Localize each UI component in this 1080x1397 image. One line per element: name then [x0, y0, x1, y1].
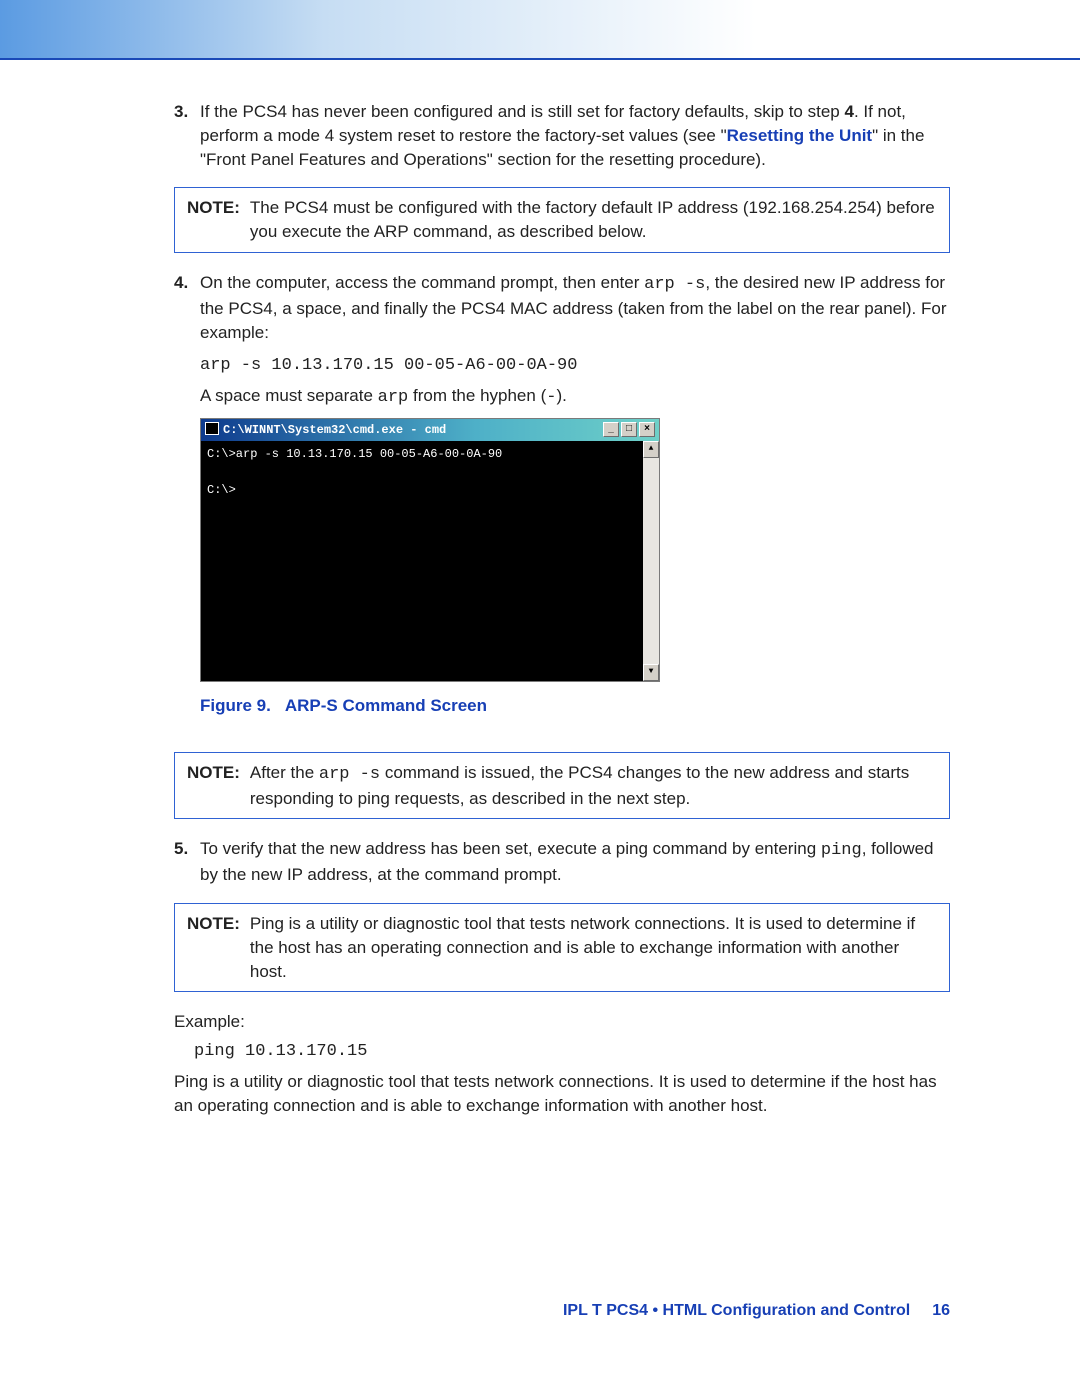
note-text-ping-util: Ping is a utility or diagnostic tool tha…	[250, 912, 937, 983]
step-3: 3. If the PCS4 has never been configured…	[130, 100, 950, 171]
step-3-number: 3.	[174, 100, 200, 171]
figure-number: Figure 9.	[200, 696, 271, 715]
code-arp-s: arp -s	[644, 275, 705, 294]
figure-title: ARP-S Command Screen	[271, 696, 487, 715]
code-arp-s-inline: arp -s	[319, 765, 380, 784]
cmd-scrollbar[interactable]: ▲ ▼	[643, 441, 659, 681]
step-5: 5. To verify that the new address has be…	[130, 837, 950, 887]
step-4-body: On the computer, access the command prom…	[200, 271, 950, 736]
code-ping-example: ping 10.13.170.15	[130, 1040, 950, 1064]
cmd-titlebar: C:\WINNT\System32\cmd.exe - cmd _ □ ×	[201, 419, 659, 441]
note-label: NOTE:	[187, 196, 250, 220]
note-text-arp-issued: After the arp -s command is issued, the …	[250, 761, 937, 811]
step-4-text-1: On the computer, access the command prom…	[200, 273, 644, 292]
cmd-icon	[205, 422, 219, 435]
scroll-up-button[interactable]: ▲	[643, 441, 659, 458]
note-text-factory-ip: The PCS4 must be configured with the fac…	[250, 196, 937, 244]
step-3-step4ref: 4	[844, 102, 853, 121]
page-footer: IPL T PCS4 • HTML Configuration and Cont…	[563, 1300, 950, 1322]
link-resetting-the-unit[interactable]: Resetting the Unit	[727, 126, 872, 145]
note-box-ping-util: NOTE: Ping is a utility or diagnostic to…	[174, 903, 950, 992]
step-4-spacenote: A space must separate arp from the hyphe…	[200, 384, 950, 410]
top-accent-stripe	[0, 0, 1080, 60]
note-label: NOTE:	[187, 912, 250, 936]
ping-description: Ping is a utility or diagnostic tool tha…	[130, 1070, 950, 1118]
minimize-button[interactable]: _	[603, 422, 619, 437]
cmd-title-text: C:\WINNT\System32\cmd.exe - cmd	[223, 422, 446, 439]
code-arp-example: arp -s 10.13.170.15 00-05-A6-00-0A-90	[200, 354, 950, 378]
step-3-text-1: If the PCS4 has never been configured an…	[200, 102, 844, 121]
step-3-body: If the PCS4 has never been configured an…	[200, 100, 950, 171]
code-arp: arp	[378, 388, 409, 407]
example-label: Example:	[174, 1010, 950, 1034]
step-4-number: 4.	[174, 271, 200, 736]
step-5-body: To verify that the new address has been …	[200, 837, 950, 887]
footer-title: IPL T PCS4 • HTML Configuration and Cont…	[563, 1302, 910, 1319]
step-4: 4. On the computer, access the command p…	[130, 271, 950, 736]
note-box-factory-ip: NOTE: The PCS4 must be configured with t…	[174, 187, 950, 253]
figure-caption: Figure 9.ARP-S Command Screen	[200, 694, 950, 718]
note-box-arp-issued: NOTE: After the arp -s command is issued…	[174, 752, 950, 820]
code-hyphen: -	[546, 388, 556, 407]
scroll-down-button[interactable]: ▼	[643, 664, 659, 681]
scroll-track[interactable]	[643, 458, 659, 664]
footer-page-number: 16	[910, 1302, 950, 1319]
maximize-button[interactable]: □	[621, 422, 637, 437]
cmd-console-window: C:\WINNT\System32\cmd.exe - cmd _ □ × C:…	[200, 418, 660, 682]
note-label: NOTE:	[187, 761, 250, 785]
close-button[interactable]: ×	[639, 422, 655, 437]
code-ping: ping	[821, 841, 862, 860]
step-5-number: 5.	[174, 837, 200, 887]
cmd-terminal-output: C:\>arp -s 10.13.170.15 00-05-A6-00-0A-9…	[201, 441, 643, 681]
step-5-text-1: To verify that the new address has been …	[200, 839, 821, 858]
